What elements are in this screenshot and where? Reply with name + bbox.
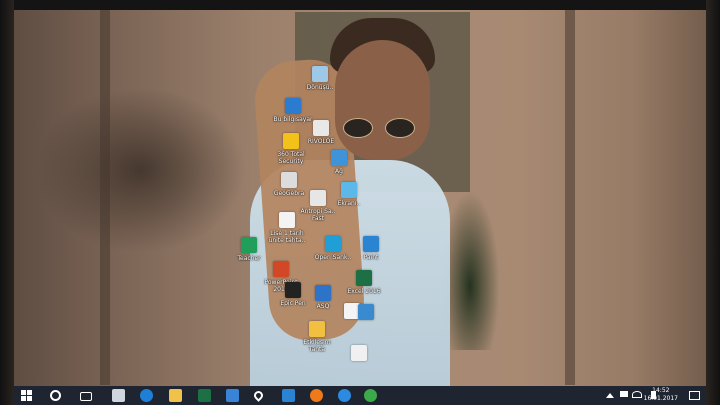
open-sankore-icon <box>325 236 341 252</box>
wall-post <box>100 10 110 385</box>
document-icon <box>351 345 367 361</box>
app-taskbar-icon[interactable] <box>282 389 295 402</box>
desktop-icon-label: Etkileşim Tahta <box>303 339 331 353</box>
geogebra-icon <box>281 172 297 188</box>
desktop-icon-label: Ağ <box>335 168 343 175</box>
desktop-icon[interactable]: Etkileşim Tahta <box>294 321 340 353</box>
clock-date: 16.01.2017 <box>643 395 678 402</box>
wallpaper-sunglasses <box>343 118 418 138</box>
notification-icon[interactable] <box>689 391 700 400</box>
desktop-icon[interactable] <box>336 345 382 363</box>
wallpaper-person-head <box>335 40 430 160</box>
task-view-icon[interactable] <box>80 392 92 401</box>
chrome-icon[interactable] <box>364 389 377 402</box>
360-total-security-icon <box>283 133 299 149</box>
search-icon[interactable] <box>50 390 61 401</box>
desktop-icon[interactable]: 360 Total Security <box>268 133 314 165</box>
internet-explorer-icon[interactable] <box>338 389 351 402</box>
monitor-bezel <box>0 0 720 10</box>
desktop-icon-label: Ekranı.. <box>337 200 361 207</box>
paint-icon <box>363 236 379 252</box>
maps-icon[interactable] <box>252 389 265 402</box>
wall-post <box>565 10 575 385</box>
desktop-icon-label: Dönüşü.. <box>306 84 334 91</box>
powerpoint-icon <box>273 261 289 277</box>
desktop-icon[interactable]: Dönüşü.. <box>297 66 343 91</box>
publisher-icon <box>241 237 257 253</box>
clock-time: 14:52 <box>652 387 670 394</box>
app-icon[interactable] <box>112 389 125 402</box>
taskbar: 14:52 16.01.2017 <box>14 386 706 405</box>
network-icon <box>331 150 347 166</box>
desktop-icon[interactable]: Excel 2016 <box>341 270 387 295</box>
asq-icon <box>315 285 331 301</box>
edge-icon[interactable] <box>140 389 153 402</box>
antropi-icon <box>310 190 326 206</box>
chevron-up-icon[interactable] <box>606 393 614 398</box>
epic-pen-icon <box>285 282 301 298</box>
firefox-icon[interactable] <box>310 389 323 402</box>
start-button[interactable] <box>20 389 33 402</box>
clock[interactable]: 14:52 16.01.2017 <box>644 387 678 403</box>
desktop-icon[interactable]: Teacher <box>226 237 272 262</box>
monitor-icon <box>341 182 357 198</box>
battery-icon[interactable] <box>620 391 628 397</box>
desktop-icon-label: Excel 2016 <box>347 288 381 295</box>
desktop-icon-label: Paint <box>363 254 379 261</box>
excel-icon <box>356 270 372 286</box>
tool-icon <box>358 304 374 320</box>
wifi-icon[interactable] <box>632 391 642 398</box>
recycle-bin-icon <box>312 66 328 82</box>
file-icon <box>279 212 295 228</box>
this-pc-icon <box>285 98 301 114</box>
excel-taskbar-icon[interactable] <box>198 389 211 402</box>
monitor-bezel <box>706 0 720 405</box>
desktop-icon-label: 360 Total Security <box>277 151 305 165</box>
ebooks-icon <box>309 321 325 337</box>
desktop-icon[interactable]: Ekranı.. <box>326 182 372 207</box>
desktop[interactable]: Dönüşü.. Bu bilgisayar RIVOLOE 360 Total Se… <box>0 0 720 405</box>
desktop-icon[interactable] <box>343 304 389 322</box>
monitor-bezel <box>0 0 14 405</box>
store-icon[interactable] <box>226 389 239 402</box>
desktop-icon[interactable]: Paint <box>348 236 394 261</box>
folder-icon <box>313 120 329 136</box>
desktop-icon[interactable]: Ağ <box>316 150 362 175</box>
file-explorer-icon[interactable] <box>169 389 182 402</box>
